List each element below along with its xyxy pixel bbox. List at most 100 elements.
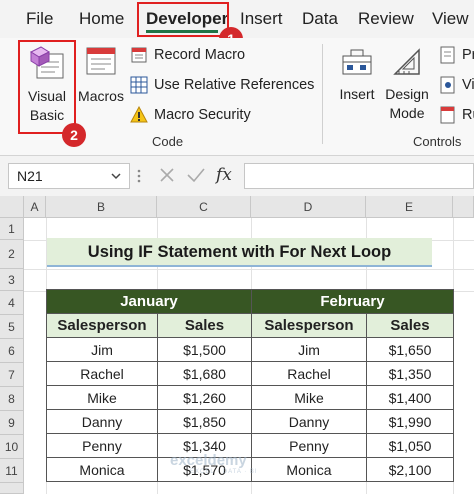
row-header-1[interactable]: 1 [0,218,24,240]
view-code-icon [440,76,455,94]
column-header-e[interactable]: E [366,196,453,218]
cell-sales[interactable]: $1,650 [366,337,454,362]
properties-button[interactable]: Pr [440,43,474,67]
watermark-brand: exceldemy [170,452,247,469]
macros-button[interactable]: Macros [77,42,125,112]
cell-sales[interactable]: $1,350 [366,361,454,386]
cell-sales[interactable]: $1,680 [157,361,252,386]
cell-sales[interactable]: $1,400 [366,385,454,410]
run-dialog-label: Ru [462,107,474,123]
visual-basic-highlight [18,40,76,134]
record-macro-icon [131,47,147,63]
cell-sales[interactable]: $2,100 [366,457,454,482]
row-header-6[interactable]: 6 [0,339,24,363]
column-header-a[interactable]: A [24,196,46,218]
use-relative-references-label: Use Relative References [154,77,315,93]
toolbox-icon [342,49,372,75]
row-header-10[interactable]: 10 [0,435,24,459]
record-macro-button[interactable]: Record Macro [130,43,245,67]
header-sales[interactable]: Sales [157,313,252,338]
column-header-f[interactable] [453,196,474,218]
insert-controls-button[interactable]: Insert [334,44,380,114]
cell-salesperson[interactable]: Mike [46,385,158,410]
record-macro-label: Record Macro [154,47,246,63]
row-header-8[interactable]: 8 [0,387,24,411]
column-header-d[interactable]: D [251,196,366,218]
row-header-5[interactable]: 5 [0,315,24,339]
cell-sales[interactable]: $1,990 [366,409,454,434]
chevron-down-icon[interactable] [111,172,121,180]
cell-sales[interactable]: $1,050 [366,433,454,458]
column-header-b[interactable]: B [46,196,157,218]
properties-label: Pr [462,47,474,63]
view-code-button[interactable]: Vi [440,73,474,97]
tab-review[interactable]: Review [358,9,414,29]
row-header-12[interactable] [0,483,24,494]
cell-salesperson[interactable]: Penny [251,433,367,458]
tab-data[interactable]: Data [302,9,338,29]
cell-salesperson[interactable]: Mike [251,385,367,410]
month-january[interactable]: January [46,289,252,314]
cell-salesperson[interactable]: Monica [251,457,367,482]
view-code-label: Vi [462,77,474,93]
cell-salesperson[interactable]: Jim [46,337,158,362]
tab-insert[interactable]: Insert [240,9,283,29]
ribbon-group-separator [322,44,323,144]
cell-salesperson[interactable]: Rachel [46,361,158,386]
row-header-2[interactable]: 2 [0,240,24,269]
run-dialog-icon [440,106,455,124]
tab-home[interactable]: Home [79,9,124,29]
header-salesperson[interactable]: Salesperson [251,313,367,338]
column-header-row: Salesperson Sales Salesperson Sales [46,313,454,338]
enter-check-icon[interactable] [186,166,206,184]
cell-salesperson[interactable]: Danny [46,409,158,434]
macro-security-button[interactable]: Macro Security [130,103,251,127]
month-header-row: January February [46,289,454,314]
design-mode-icon [393,48,420,75]
table-row: Rachel $1,680 Rachel $1,350 [46,361,454,386]
row-header-3[interactable]: 3 [0,269,24,291]
table-row: Danny $1,850 Danny $1,990 [46,409,454,434]
cell-salesperson[interactable]: Danny [251,409,367,434]
cell-salesperson[interactable]: Penny [46,433,158,458]
watermark-logo: exceldemy EXCEL · DATA · BI [170,452,258,475]
table-row: Mike $1,260 Mike $1,400 [46,385,454,410]
design-mode-label-line1: Design [385,86,429,102]
properties-icon [440,46,455,64]
cell-sales[interactable]: $1,500 [157,337,252,362]
select-all-corner[interactable] [0,196,24,218]
name-box[interactable]: N21 [8,163,130,189]
code-group-label: Code [152,134,184,149]
insert-function-icon[interactable]: fx [216,165,232,185]
cell-salesperson[interactable]: Jim [251,337,367,362]
month-february[interactable]: February [251,289,454,314]
design-mode-label-line2: Mode [389,105,425,121]
gridline [24,269,474,270]
run-dialog-button[interactable]: Ru [440,103,474,127]
tab-view[interactable]: View [432,9,469,29]
tab-file[interactable]: File [26,9,53,29]
formula-input[interactable] [244,163,474,189]
controls-group-label: Controls [413,134,462,149]
watermark-tagline: EXCEL · DATA · BI [190,469,258,475]
row-header-4[interactable]: 4 [0,291,24,315]
row-header-11[interactable]: 11 [0,459,24,483]
header-salesperson[interactable]: Salesperson [46,313,158,338]
cell-salesperson[interactable]: Monica [46,457,158,482]
header-sales[interactable]: Sales [366,313,454,338]
design-mode-button[interactable]: Design Mode [382,44,432,124]
name-box-value: N21 [17,168,43,184]
insert-controls-label: Insert [339,86,375,102]
cell-sales[interactable]: $1,850 [157,409,252,434]
cell-salesperson[interactable]: Rachel [251,361,367,386]
cancel-icon[interactable] [158,166,176,184]
column-header-c[interactable]: C [157,196,251,218]
row-header-9[interactable]: 9 [0,411,24,435]
macros-label: Macros [78,88,124,104]
row-header-7[interactable]: 7 [0,363,24,387]
table-row: Jim $1,500 Jim $1,650 [46,337,454,362]
formula-bar-grip-icon [137,169,141,183]
use-relative-references-button[interactable]: Use Relative References [130,73,314,97]
cell-sales[interactable]: $1,260 [157,385,252,410]
sheet-title[interactable]: Using IF Statement with For Next Loop [47,238,432,267]
